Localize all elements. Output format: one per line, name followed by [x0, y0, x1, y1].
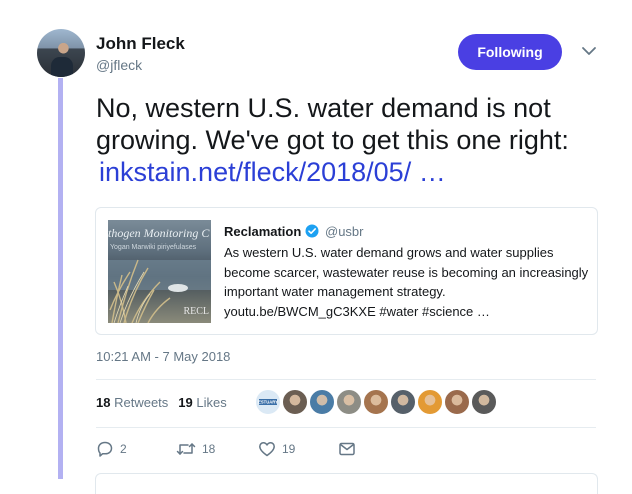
direct-message-button[interactable] — [338, 440, 356, 458]
like-button[interactable]: 19 — [258, 440, 295, 458]
likes-count: 19 — [178, 395, 193, 410]
quoted-tweet-image[interactable]: thogen Monitoring C Yogan Marwiki piriye… — [108, 220, 211, 323]
author-handle[interactable]: @jfleck — [96, 57, 142, 73]
quoted-tweet-text: As western U.S. water demand grows and w… — [224, 245, 589, 319]
reply-button[interactable]: 2 — [96, 440, 127, 458]
likes-label: Likes — [196, 395, 227, 410]
envelope-icon — [339, 442, 355, 456]
liker-avatar[interactable]: ESTUARY — [255, 389, 281, 415]
likes-stat[interactable]: 19 Likes — [178, 395, 226, 410]
verified-badge-icon — [305, 224, 319, 238]
divider — [96, 427, 596, 428]
liker-avatar[interactable] — [309, 389, 335, 415]
retweets-count: 18 — [96, 395, 111, 410]
retweet-button[interactable]: 18 — [176, 440, 215, 458]
liker-avatar[interactable] — [471, 389, 497, 415]
image-caption-corner: RECL — [183, 306, 209, 317]
reply-count: 2 — [120, 442, 127, 456]
tweet-link[interactable]: inkstain.net/fleck/2018/05/ … — [96, 157, 446, 187]
tweet-timestamp[interactable]: 10:21 AM - 7 May 2018 — [96, 349, 230, 364]
image-caption-top: thogen Monitoring C — [108, 226, 210, 240]
heart-icon — [259, 442, 275, 457]
tweet-body: No, western U.S. water demand is not gro… — [96, 93, 569, 155]
chevron-down-icon[interactable] — [580, 42, 598, 60]
retweets-stat[interactable]: 18 Retweets — [96, 395, 168, 410]
retweet-icon — [176, 443, 196, 455]
retweet-count: 18 — [202, 442, 216, 456]
reply-icon — [97, 441, 113, 457]
quoted-author-handle[interactable]: @usbr — [325, 224, 364, 239]
reply-preview-card[interactable] — [95, 473, 598, 494]
liker-avatar[interactable] — [363, 389, 389, 415]
following-button[interactable]: Following — [458, 34, 562, 70]
quoted-author-name[interactable]: Reclamation — [224, 224, 301, 239]
image-caption-sub: Yogan Marwiki piriyefulases — [110, 244, 197, 251]
tweet-text: No, western U.S. water demand is not gro… — [96, 92, 616, 188]
like-count: 19 — [282, 442, 296, 456]
author-name[interactable]: John Fleck — [96, 34, 185, 54]
liker-avatar-label: ESTUARY — [258, 400, 278, 405]
thread-line — [58, 78, 63, 479]
retweets-label: Retweets — [114, 395, 169, 410]
liker-avatar[interactable] — [417, 389, 443, 415]
liker-avatar[interactable] — [390, 389, 416, 415]
engagement-stats: 18 Retweets 19 Likes — [96, 395, 227, 410]
liker-avatar[interactable] — [336, 389, 362, 415]
liker-avatar[interactable] — [282, 389, 308, 415]
liker-avatar[interactable] — [444, 389, 470, 415]
quoted-tweet-card[interactable]: thogen Monitoring C Yogan Marwiki piriye… — [95, 207, 598, 335]
avatar[interactable] — [37, 29, 85, 77]
divider — [96, 379, 596, 380]
